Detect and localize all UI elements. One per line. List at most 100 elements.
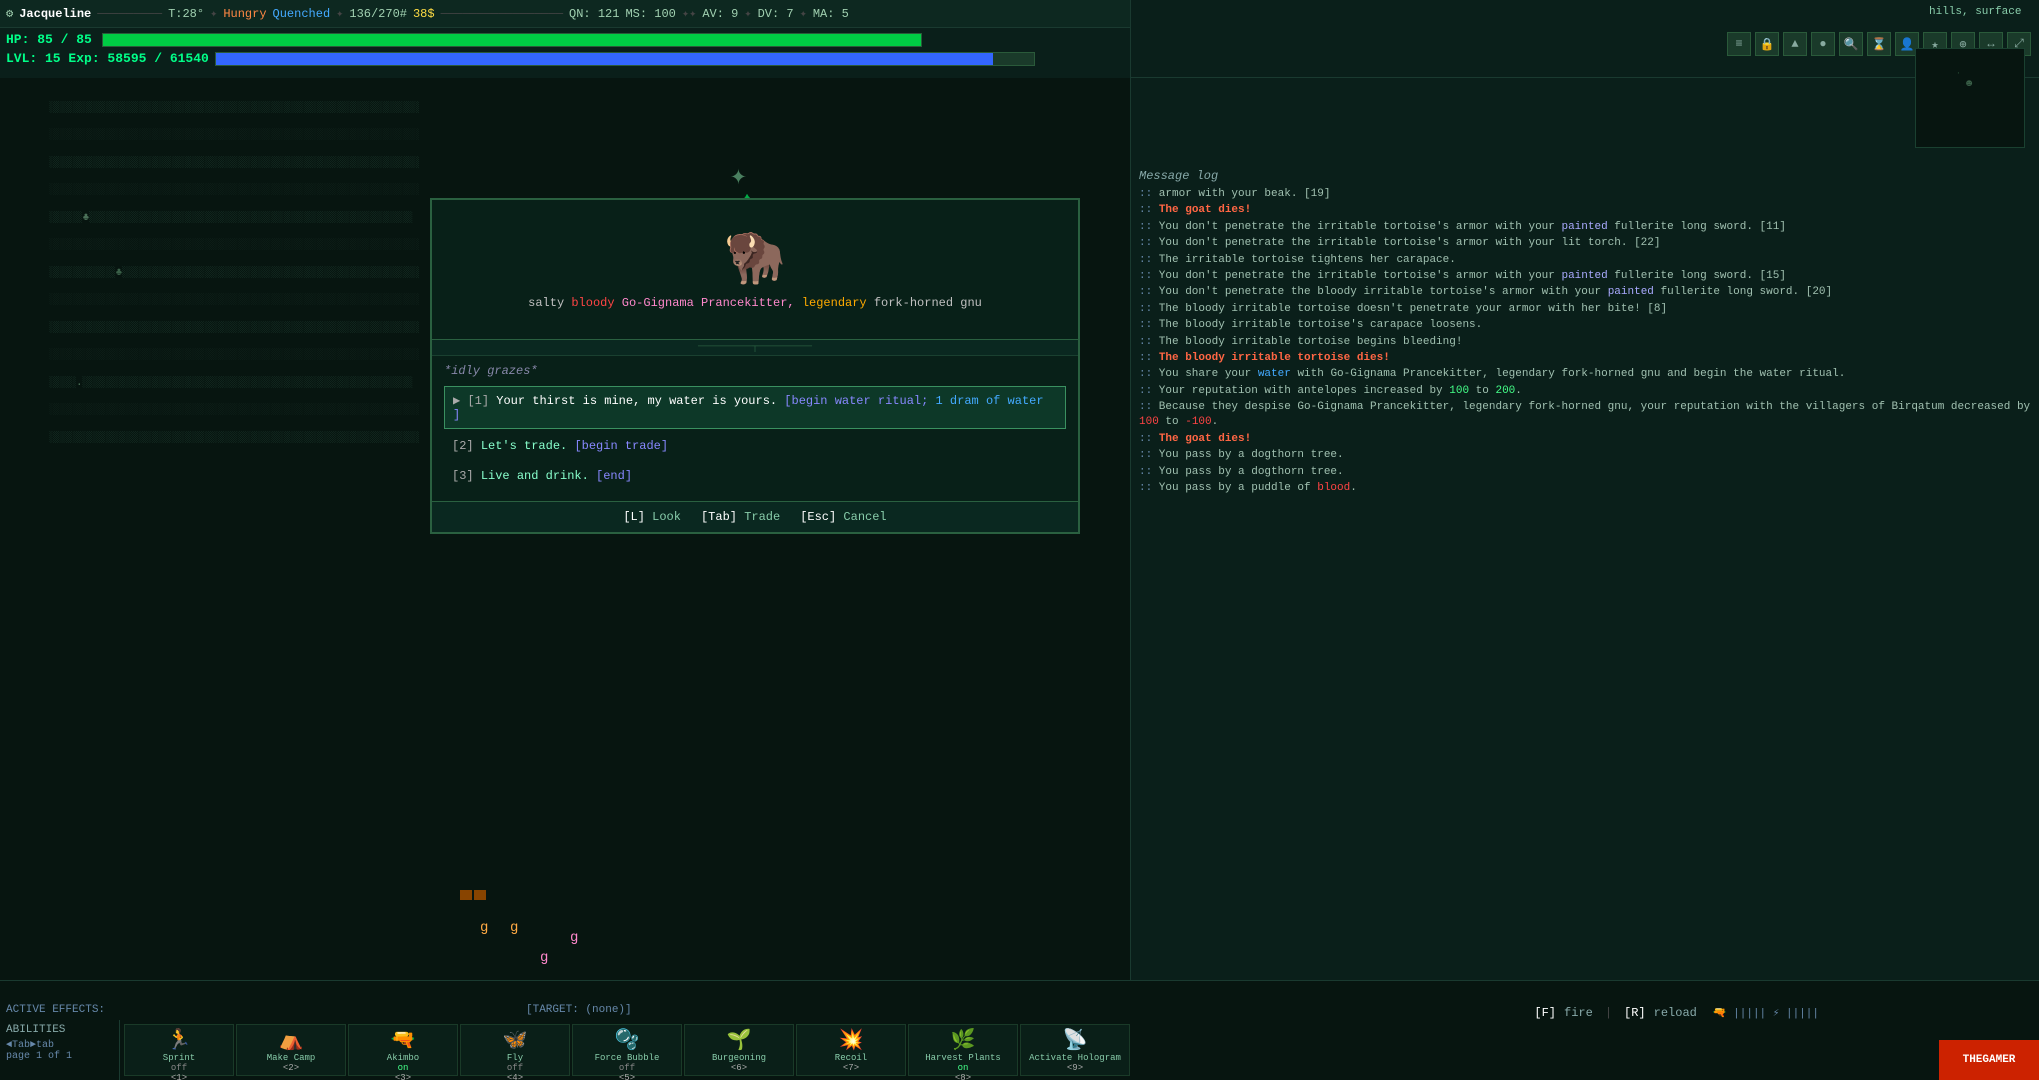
trade-button[interactable]: [Tab] Trade	[701, 510, 780, 524]
money-stat: 38$	[413, 7, 435, 21]
target-label: [TARGET: (none)]	[526, 1004, 632, 1016]
akimbo-key: <3>	[395, 1073, 411, 1080]
exp-bar-fill	[216, 53, 993, 65]
msg-13: :: Your reputation with antelopes increa…	[1139, 384, 2031, 399]
player-name: Jacqueline	[19, 7, 91, 21]
msg-1: :: armor with your beak. [19]	[1139, 187, 2031, 202]
hunger-stat: Hungry	[223, 7, 266, 21]
sprint-name: Sprint	[163, 1053, 195, 1063]
harvestplants-icon: 🌿	[951, 1027, 976, 1053]
makecamp-name: Make Camp	[267, 1053, 316, 1063]
harvestplants-key: <8>	[955, 1073, 971, 1080]
dialog-option-3[interactable]: [3] Live and drink. [end]	[444, 463, 1066, 489]
msg-2: :: The goat dies!	[1139, 203, 2031, 218]
msg-14: :: Because they despise Go-Gignama Pranc…	[1139, 400, 2031, 431]
game-area: ░░░░░░░░░░░░░░░░░░░░░░░░░░░░░░░░░░░░░░░░…	[0, 78, 1130, 980]
ability-sprint[interactable]: 🏃 Sprint off <1>	[124, 1024, 234, 1076]
thegamer-logo: THEGAMER	[1939, 1040, 2039, 1080]
right-panel: ≡ 🔒 ▲ ● 🔍 ⌛ 👤 ★ ⊕ ↔ ⤢ hills, surface ☻ ·…	[1130, 0, 2039, 980]
hp-bar-container	[102, 33, 922, 47]
bottom-bar: ACTIVE EFFECTS: [TARGET: (none)] [F] fir…	[0, 980, 2039, 1080]
toolbar-search-icon[interactable]: 🔍	[1839, 32, 1863, 56]
map-items	[460, 890, 486, 900]
sprint-key: <1>	[171, 1073, 187, 1080]
status-bars: HP: 85 / 85 LVL: 15 Exp: 58595 / 61540	[0, 28, 1130, 78]
thirst-stat: Quenched	[273, 7, 331, 21]
msg-12: :: You share your water with Go-Gignama …	[1139, 367, 2031, 382]
toolbar-area: ≡ 🔒 ▲ ● 🔍 ⌛ 👤 ★ ⊕ ↔ ⤢	[1131, 0, 2039, 78]
ability-fly[interactable]: 🦋 Fly off <4>	[460, 1024, 570, 1076]
fire-key: [F]	[1534, 1006, 1556, 1020]
option-2-action: [begin trade]	[574, 439, 668, 453]
msg-11: :: The bloody irritable tortoise dies!	[1139, 351, 2031, 366]
msg-5: :: The irritable tortoise tightens her c…	[1139, 253, 2031, 268]
option-1-action2: 1 dram of water	[936, 394, 1044, 408]
creature-adj-rest: fork-horned gnu	[874, 296, 982, 310]
option-2-num: [2]	[452, 439, 481, 453]
map-creature-3: g	[540, 950, 548, 966]
toolbar-lock-icon[interactable]: 🔒	[1755, 32, 1779, 56]
burgeoning-key: <6>	[731, 1063, 747, 1073]
sprint-icon: 🏃	[167, 1027, 192, 1053]
fly-name: Fly	[507, 1053, 523, 1063]
sprint-status: off	[171, 1063, 187, 1073]
map-creature-2: g	[510, 920, 518, 936]
toolbar-triangle-icon[interactable]: ▲	[1783, 32, 1807, 56]
option-3-text: Live and drink.	[481, 469, 596, 483]
toolbar-menu-icon[interactable]: ≡	[1727, 32, 1751, 56]
exp-label: LVL: 15 Exp: 58595 / 61540	[6, 51, 209, 66]
msg-8: :: The bloody irritable tortoise doesn't…	[1139, 302, 2031, 317]
ability-activatehologram[interactable]: 📡 Activate Hologram <9>	[1020, 1024, 1130, 1076]
ammo-display: 🔫 ||||| ⚡ |||||	[1713, 1006, 1819, 1020]
abilities-bar: ABILITIES ◄Tab►tab page 1 of 1 🏃 Sprint …	[0, 1020, 2039, 1080]
map-creature-4: g	[570, 930, 578, 946]
burgeoning-icon: 🌱	[727, 1027, 752, 1053]
ability-harvestplants[interactable]: 🌿 Harvest Plants on <8>	[908, 1024, 1018, 1076]
ability-makecamp[interactable]: ⛺ Make Camp <2>	[236, 1024, 346, 1076]
creature-adj-bloody: bloody	[571, 296, 621, 310]
makecamp-key: <2>	[283, 1063, 299, 1073]
option-1-prompt: ▶	[453, 394, 467, 408]
reload-label: reload	[1654, 1006, 1697, 1020]
mini-map: ☻ ·	[1915, 48, 2025, 148]
dialog-option-1[interactable]: ▶ [1] Your thirst is mine, my water is y…	[444, 386, 1066, 429]
abilities-tab-hint: ◄Tab►tab	[6, 1040, 113, 1051]
ability-akimbo[interactable]: 🔫 Akimbo on <3>	[348, 1024, 458, 1076]
option-1-num: [1]	[467, 394, 496, 408]
option-3-action: [end]	[596, 469, 632, 483]
harvestplants-status: on	[958, 1063, 969, 1073]
akimbo-name: Akimbo	[387, 1053, 419, 1063]
creature-name-line: salty bloody Go-Gignama Prancekitter, le…	[528, 296, 982, 310]
exp-row: LVL: 15 Exp: 58595 / 61540	[6, 51, 1124, 66]
hp-label: HP: 85 / 85	[6, 32, 96, 47]
toolbar-hourglass-icon[interactable]: ⌛	[1867, 32, 1891, 56]
msg-9: :: The bloody irritable tortoise's carap…	[1139, 318, 2031, 333]
cancel-button[interactable]: [Esc] Cancel	[800, 510, 886, 524]
mini-map-tile: ·	[1956, 69, 1961, 78]
creature-adj-legendary: legendary	[802, 296, 874, 310]
forcebubble-status: off	[619, 1063, 635, 1073]
dialog-scroll-divider: ─────────┬─────────	[432, 340, 1078, 356]
abilities-list: 🏃 Sprint off <1> ⛺ Make Camp <2> 🔫 Akimb…	[120, 1020, 2039, 1080]
dialog-buttons: [L] Look [Tab] Trade [Esc] Cancel	[432, 501, 1078, 532]
toolbar-circle-icon[interactable]: ●	[1811, 32, 1835, 56]
ability-recoil[interactable]: 💥 Recoil <7>	[796, 1024, 906, 1076]
forcebubble-key: <5>	[619, 1073, 635, 1080]
dialog-idle-text: *idly grazes*	[444, 364, 1066, 378]
activatehologram-icon: 📡	[1063, 1027, 1088, 1053]
player-icon: ⚙	[6, 6, 13, 21]
look-button[interactable]: [L] Look	[623, 510, 681, 524]
effects-label: ACTIVE EFFECTS:	[6, 1004, 105, 1016]
msg-4: :: You don't penetrate the irritable tor…	[1139, 236, 2031, 251]
msg-3: :: You don't penetrate the irritable tor…	[1139, 220, 2031, 235]
akimbo-icon: 🔫	[391, 1027, 416, 1053]
ma-stat: MA: 5	[813, 7, 849, 21]
av-stat: AV: 9	[702, 7, 738, 21]
ability-burgeoning[interactable]: 🌱 Burgeoning <6>	[684, 1024, 794, 1076]
message-log: Message log :: armor with your beak. [19…	[1131, 165, 2039, 980]
creature-main-name: Go-Gignama Prancekitter,	[622, 296, 802, 310]
recoil-icon: 💥	[839, 1027, 864, 1053]
dialog-option-2[interactable]: [2] Let's trade. [begin trade]	[444, 433, 1066, 459]
ability-forcebubble[interactable]: 🫧 Force Bubble off <5>	[572, 1024, 682, 1076]
option-3-num: [3]	[452, 469, 481, 483]
